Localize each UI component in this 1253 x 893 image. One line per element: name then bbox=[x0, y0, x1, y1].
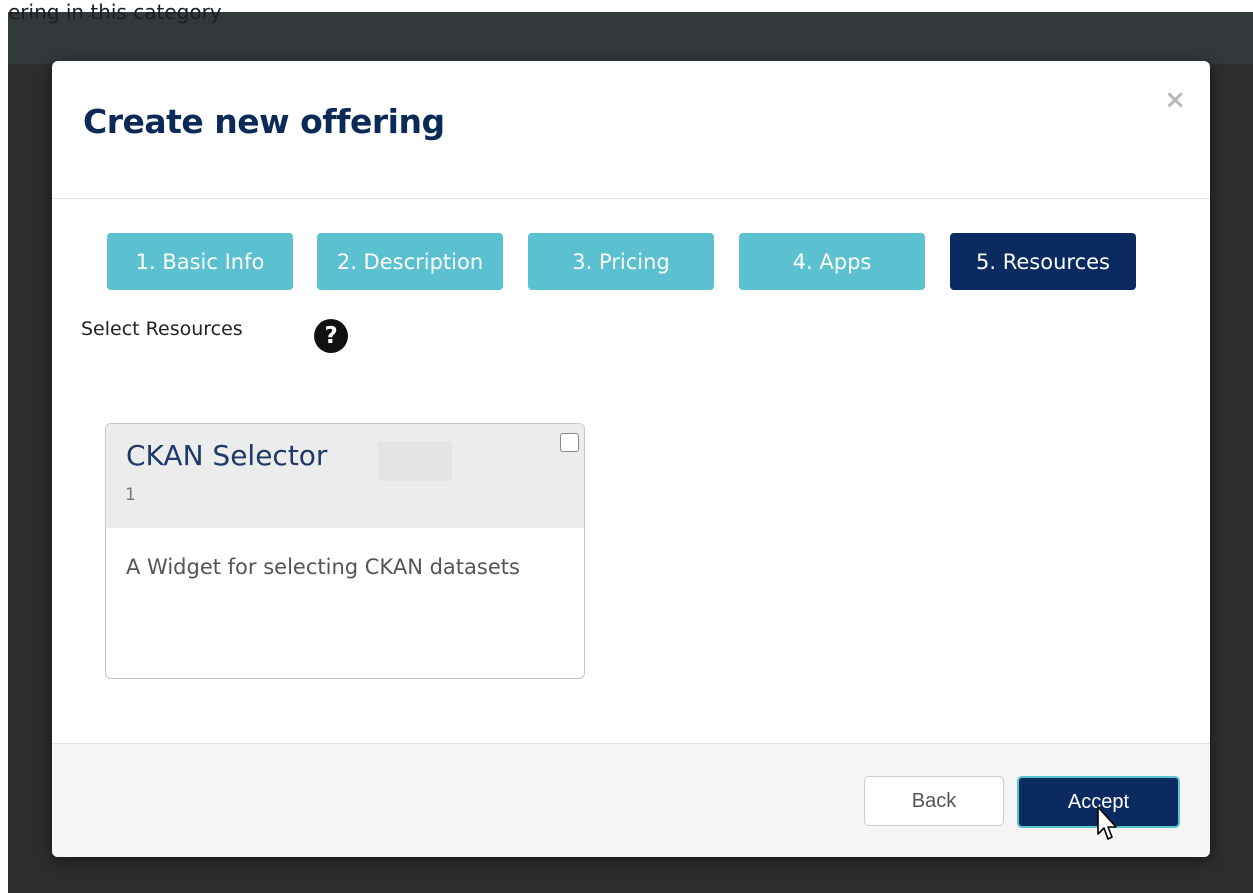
close-icon[interactable]: × bbox=[1164, 87, 1186, 113]
create-offering-modal: Create new offering × 1. Basic Info 2. D… bbox=[52, 61, 1210, 857]
accept-button[interactable]: Accept bbox=[1017, 776, 1180, 828]
resource-card-placeholder bbox=[378, 441, 452, 481]
tab-apps[interactable]: 4. Apps bbox=[739, 233, 925, 290]
background-text: ering in this category bbox=[8, 0, 222, 24]
select-resources-label: Select Resources bbox=[81, 318, 243, 340]
resource-card[interactable]: CKAN Selector 1 A Widget for selecting C… bbox=[105, 423, 585, 679]
tab-pricing[interactable]: 3. Pricing bbox=[528, 233, 714, 290]
modal-footer: Back Accept bbox=[52, 743, 1210, 857]
question-circle-icon[interactable]: ? bbox=[314, 319, 348, 353]
resource-name: CKAN Selector bbox=[126, 439, 328, 472]
back-button[interactable]: Back bbox=[864, 776, 1004, 826]
modal-header: Create new offering × bbox=[52, 61, 1210, 199]
tab-basic-info[interactable]: 1. Basic Info bbox=[107, 233, 293, 290]
resource-version: 1 bbox=[125, 485, 136, 505]
resource-card-header: CKAN Selector 1 bbox=[106, 424, 584, 528]
resource-description: A Widget for selecting CKAN datasets bbox=[126, 555, 520, 579]
tab-description[interactable]: 2. Description bbox=[317, 233, 503, 290]
modal-title: Create new offering bbox=[83, 102, 445, 141]
resource-checkbox[interactable] bbox=[560, 433, 579, 452]
tab-resources[interactable]: 5. Resources bbox=[950, 233, 1136, 290]
